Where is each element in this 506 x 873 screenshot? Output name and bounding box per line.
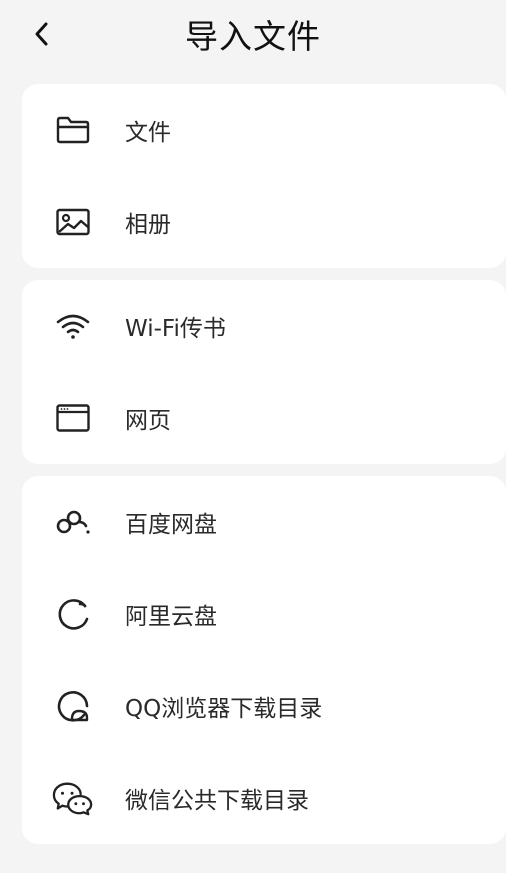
menu-item-baidu-netdisk[interactable]: 百度网盘 xyxy=(22,476,506,568)
aliyun-drive-icon xyxy=(52,593,94,635)
menu-item-label: 阿里云盘 xyxy=(125,604,217,630)
menu-item-webpage[interactable]: 网页 xyxy=(22,372,506,464)
menu-item-label: 微信公共下载目录 xyxy=(125,788,309,814)
menu-item-label: QQ浏览器下载目录 xyxy=(125,696,323,722)
menu-item-wechat-downloads[interactable]: 微信公共下载目录 xyxy=(22,752,506,844)
page-title: 导入文件 xyxy=(185,17,321,56)
local-source-card: 文件 相册 xyxy=(22,84,506,268)
top-bar: 导入文件 xyxy=(0,0,506,76)
baidu-netdisk-icon xyxy=(52,501,94,543)
wechat-icon xyxy=(52,777,94,819)
menu-item-label: Wi-Fi传书 xyxy=(125,316,226,342)
cloud-source-card: 百度网盘 阿里云盘 QQ浏览器下载目录 微信公共下载目录 xyxy=(22,476,506,844)
menu-item-album[interactable]: 相册 xyxy=(22,176,506,268)
transfer-card: Wi-Fi传书 网页 xyxy=(22,280,506,464)
menu-item-wifi-transfer[interactable]: Wi-Fi传书 xyxy=(22,280,506,372)
menu-item-aliyun-drive[interactable]: 阿里云盘 xyxy=(22,568,506,660)
menu-item-label: 百度网盘 xyxy=(125,512,217,538)
menu-item-files[interactable]: 文件 xyxy=(22,84,506,176)
wifi-icon xyxy=(52,305,94,347)
image-icon xyxy=(52,201,94,243)
menu-item-qq-browser-downloads[interactable]: QQ浏览器下载目录 xyxy=(22,660,506,752)
menu-item-label: 网页 xyxy=(125,408,171,434)
menu-item-label: 文件 xyxy=(125,120,171,146)
menu-item-label: 相册 xyxy=(125,212,171,238)
browser-window-icon xyxy=(52,397,94,439)
qq-browser-icon xyxy=(52,685,94,727)
folder-icon xyxy=(52,109,94,151)
